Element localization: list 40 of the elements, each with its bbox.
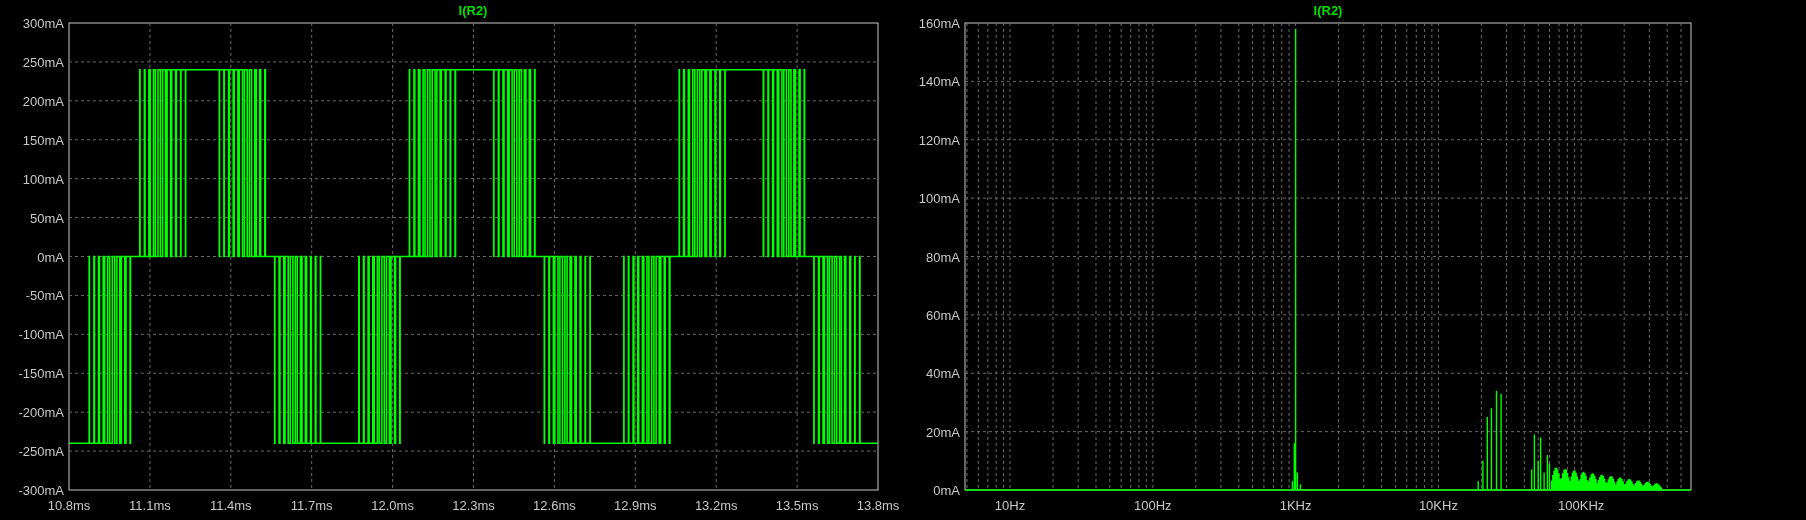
x-axis-label: 100Hz (1134, 498, 1172, 513)
x-axis-label: 11.1ms (129, 498, 171, 513)
x-axis-label: 11.7ms (290, 498, 333, 513)
y-axis-label: 60mA (926, 307, 960, 323)
y-axis-label: 140mA (918, 74, 960, 90)
y-axis-label: 150mA (22, 132, 64, 148)
y-axis-label: 0mA (37, 249, 64, 265)
y-axis-label: 300mA (22, 16, 64, 31)
x-axis-label: 12.9ms (614, 498, 657, 513)
y-axis-label: 100mA (22, 171, 64, 187)
y-axis-label: 200mA (22, 93, 64, 109)
y-axis-label: 80mA (926, 249, 960, 265)
y-axis-label: -250mA (18, 444, 64, 460)
y-axis-label: -100mA (18, 327, 64, 343)
plot-title: I(R2) (458, 3, 488, 18)
x-axis-label: 13.5ms (775, 498, 819, 513)
y-axis-label: -150mA (18, 366, 64, 382)
x-axis-label: 10Hz (994, 498, 1026, 513)
y-axis-label: 160mA (918, 16, 960, 31)
y-axis-label: 120mA (918, 132, 960, 148)
x-axis-label: 1KHz (1279, 498, 1312, 513)
y-axis-label: 100mA (918, 191, 960, 207)
y-axis-label: 20mA (926, 424, 960, 440)
y-axis-label: 0mA (933, 483, 960, 498)
x-axis-label: 12.3ms (452, 498, 495, 513)
y-axis-label: 40mA (926, 366, 960, 382)
plot-title: I(R2) (1313, 3, 1343, 18)
x-axis-label: 10.8ms (47, 498, 91, 513)
x-axis-label: 13.8ms (856, 498, 900, 513)
x-axis-label: 13.2ms (694, 498, 738, 513)
y-axis-label: -200mA (18, 405, 64, 421)
y-axis-label: -300mA (18, 483, 64, 498)
y-axis-label: 50mA (30, 210, 64, 226)
x-axis-label: 11.4ms (209, 498, 252, 513)
x-axis-label: 10KHz (1418, 498, 1458, 513)
y-axis-label: 250mA (22, 54, 64, 70)
y-axis-label: -50mA (25, 288, 64, 304)
x-axis-label: 100KHz (1558, 498, 1605, 513)
x-axis-label: 12.6ms (533, 498, 576, 513)
x-axis-label: 12.0ms (371, 498, 414, 513)
